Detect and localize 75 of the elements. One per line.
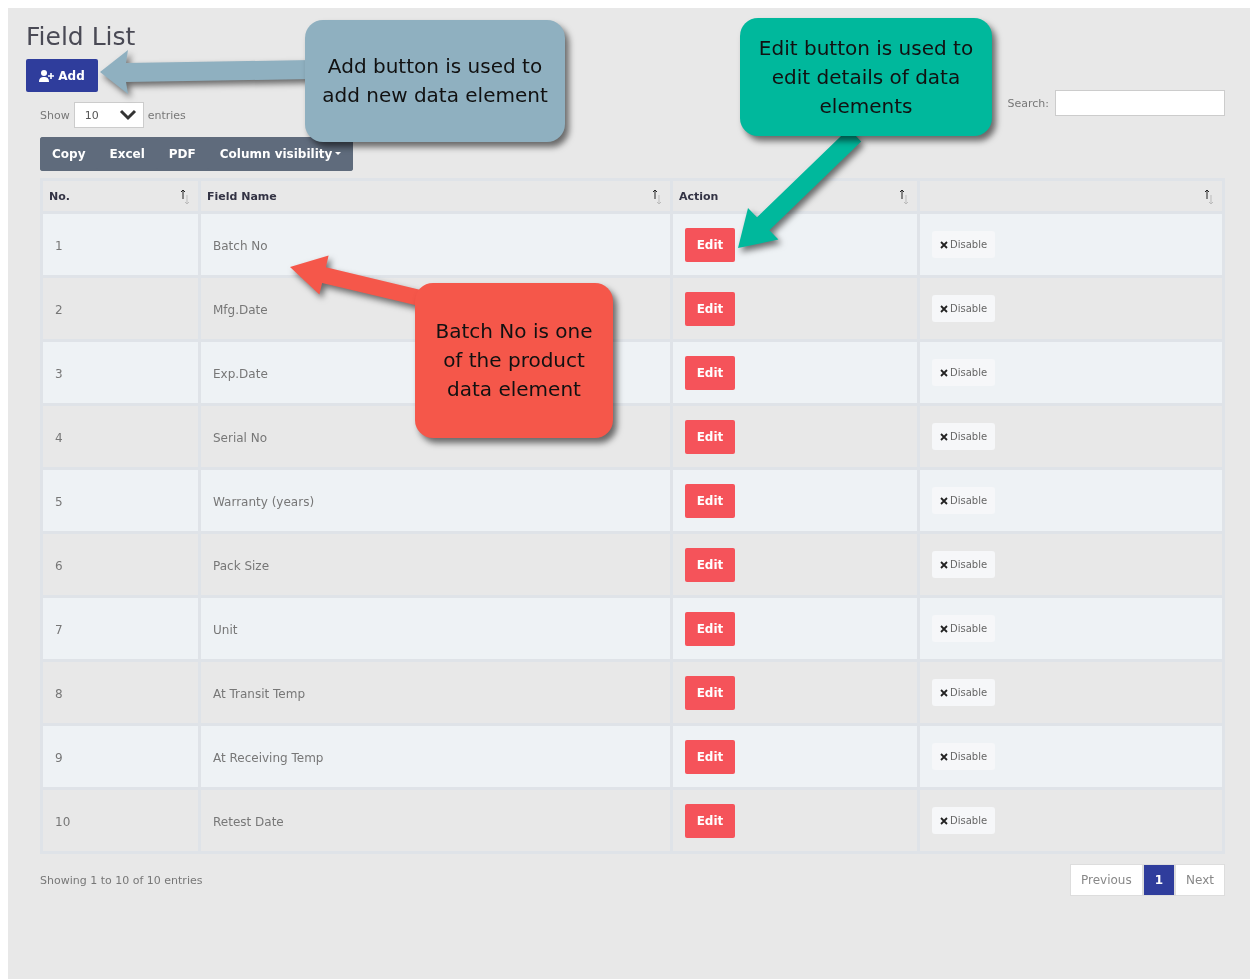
- close-icon: [940, 624, 948, 633]
- search-label: Search:: [1007, 96, 1049, 110]
- callout-note: Batch No is one of the product data element: [415, 283, 613, 438]
- disable-button[interactable]: Disable: [932, 615, 996, 642]
- close-icon: [940, 688, 948, 697]
- callout-note: Edit button is used to edit details of data elements: [740, 18, 992, 136]
- table-cell: 8: [55, 687, 63, 701]
- close-icon: [940, 752, 948, 761]
- table-cell: 5: [55, 495, 63, 509]
- column-header[interactable]: Action: [673, 181, 917, 211]
- table-cell: Warranty (years): [213, 495, 315, 509]
- edit-button[interactable]: Edit: [685, 355, 735, 390]
- table-cell: 7: [55, 623, 63, 637]
- entries-select[interactable]: 10: [73, 102, 144, 128]
- column-header[interactable]: Field Name: [201, 181, 670, 211]
- add-user-icon: [39, 69, 56, 82]
- close-icon: [940, 496, 948, 505]
- edit-button[interactable]: Edit: [685, 483, 735, 518]
- close-icon: [940, 240, 948, 249]
- table-cell: Retest Date: [213, 815, 284, 829]
- disable-button[interactable]: Disable: [932, 359, 996, 386]
- table-cell: Batch No: [213, 239, 268, 253]
- table-cell: Unit: [213, 623, 238, 637]
- edit-button[interactable]: Edit: [685, 611, 735, 646]
- disable-button[interactable]: Disable: [932, 231, 996, 258]
- search-field[interactable]: [1055, 90, 1225, 116]
- close-icon: [940, 368, 948, 377]
- sort-icon: [1204, 189, 1214, 205]
- close-icon: [940, 560, 948, 569]
- edit-button[interactable]: Edit: [685, 419, 735, 454]
- entries-label: entries: [147, 108, 186, 122]
- page-title: Field List: [26, 22, 136, 51]
- table-info: Showing 1 to 10 of 10 entries: [40, 873, 203, 887]
- caret-icon: [335, 152, 342, 156]
- disable-button[interactable]: Disable: [932, 743, 996, 770]
- sort-icon: [652, 189, 662, 205]
- disable-button[interactable]: Disable: [932, 679, 996, 706]
- edit-button[interactable]: Edit: [685, 675, 735, 710]
- table-cell: Exp.Date: [213, 367, 268, 381]
- table-cell: At Receiving Temp: [213, 751, 324, 765]
- disable-button[interactable]: Disable: [932, 295, 996, 322]
- table-cell: Pack Size: [213, 559, 270, 573]
- previous-button[interactable]: Previous: [1069, 864, 1143, 896]
- disable-button[interactable]: Disable: [932, 423, 996, 450]
- next-button[interactable]: Next: [1175, 864, 1225, 896]
- disable-button[interactable]: Disable: [932, 807, 996, 834]
- page-button[interactable]: 1: [1142, 864, 1176, 896]
- column-header[interactable]: [920, 181, 1222, 211]
- table-cell: 4: [55, 431, 63, 445]
- show-label: Show: [40, 108, 70, 122]
- callout-note: Add button is used to add new data element: [305, 20, 565, 142]
- close-icon: [940, 816, 948, 825]
- sort-icon: [180, 189, 190, 205]
- disable-button[interactable]: Disable: [932, 487, 996, 514]
- table-cell: At Transit Temp: [213, 687, 306, 701]
- table-cell: 3: [55, 367, 63, 381]
- table-cell: 9: [55, 751, 63, 765]
- edit-button[interactable]: Edit: [685, 291, 735, 326]
- close-icon: [940, 304, 948, 313]
- close-icon: [940, 432, 948, 441]
- table-cell: 10: [55, 815, 71, 829]
- table-cell: Serial No: [213, 431, 268, 445]
- edit-button[interactable]: Edit: [685, 739, 735, 774]
- column-header[interactable]: No.: [43, 181, 198, 211]
- sort-icon: [899, 189, 909, 205]
- table-cell: 2: [55, 303, 63, 317]
- table-cell: 1: [55, 239, 63, 253]
- table-cell: Mfg.Date: [213, 303, 268, 317]
- edit-button[interactable]: Edit: [685, 803, 735, 838]
- edit-button[interactable]: Edit: [685, 547, 735, 582]
- chevron-down-icon: [118, 109, 137, 121]
- disable-button[interactable]: Disable: [932, 551, 996, 578]
- add-button[interactable]: Add: [26, 59, 98, 92]
- table-cell: 6: [55, 559, 63, 573]
- edit-button[interactable]: Edit: [685, 227, 735, 262]
